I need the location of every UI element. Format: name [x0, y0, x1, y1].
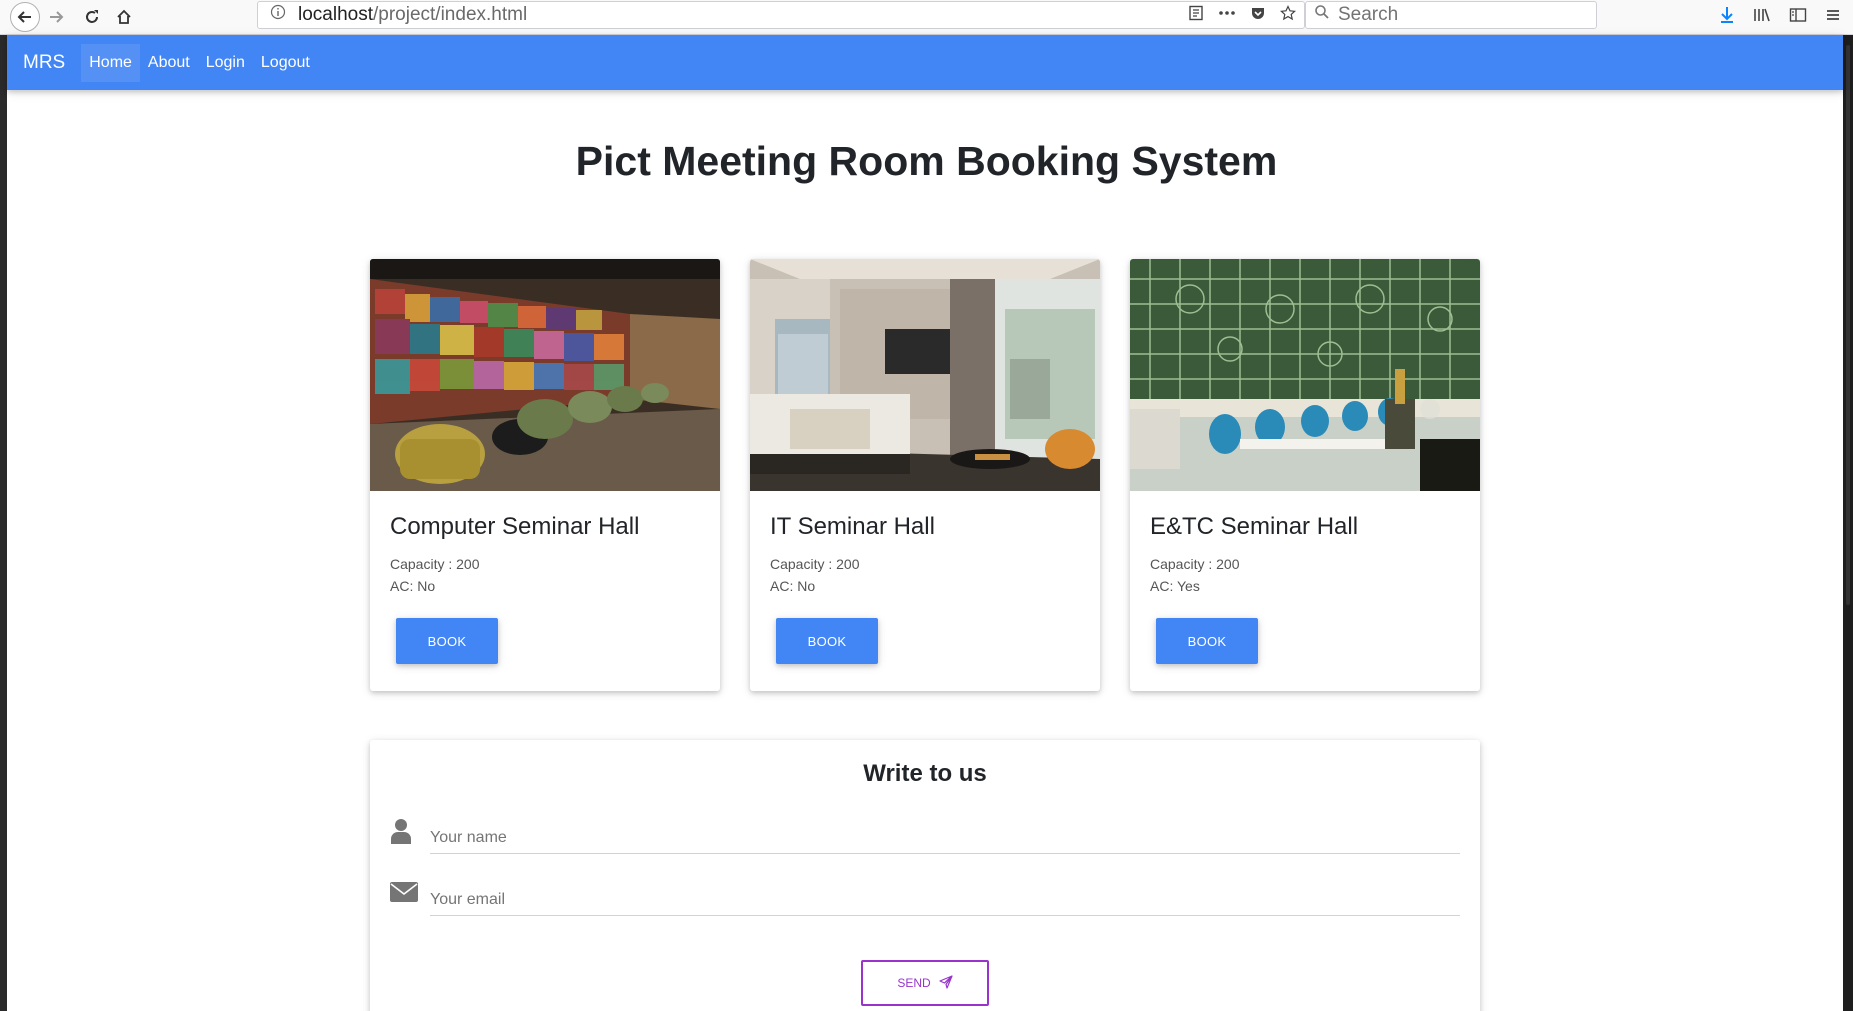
library-icon[interactable] — [1753, 7, 1771, 28]
reload-icon — [86, 10, 98, 23]
url-text: localhost/project/index.html — [298, 4, 527, 26]
url-host: localhost — [298, 4, 373, 25]
user-icon — [390, 818, 418, 846]
nav-link-login[interactable]: Login — [198, 44, 253, 82]
sidebar-icon[interactable] — [1789, 7, 1807, 28]
book-button[interactable]: BOOK — [1156, 618, 1258, 664]
name-field-group — [390, 818, 1460, 858]
browser-search-box[interactable]: Search — [1305, 1, 1597, 29]
home-icon — [117, 9, 131, 24]
room-image — [370, 259, 720, 491]
brand-logo[interactable]: MRS — [23, 52, 65, 74]
book-button[interactable]: BOOK — [776, 618, 878, 664]
download-icon[interactable] — [1719, 6, 1735, 29]
send-button[interactable]: SEND — [861, 960, 989, 1006]
room-capacity: Capacity : 200 — [1150, 556, 1240, 572]
search-placeholder: Search — [1338, 4, 1399, 25]
search-icon — [1314, 4, 1330, 26]
address-bar[interactable]: localhost/project/index.html — [257, 1, 1305, 29]
book-button[interactable]: BOOK — [396, 618, 498, 664]
name-input[interactable] — [430, 822, 1460, 854]
scrollbar-thumb[interactable] — [1846, 45, 1850, 605]
room-ac: AC: No — [770, 578, 816, 594]
paper-plane-icon — [939, 974, 953, 992]
room-cards: Computer Seminar Hall Capacity : 200 AC:… — [370, 259, 1480, 691]
room-card: E&TC Seminar Hall Capacity : 200 AC: Yes… — [1130, 259, 1480, 691]
room-capacity: Capacity : 200 — [770, 556, 860, 572]
room-card: Computer Seminar Hall Capacity : 200 AC:… — [370, 259, 720, 691]
reader-view-icon[interactable] — [1188, 5, 1204, 27]
room-capacity: Capacity : 200 — [390, 556, 480, 572]
room-name: Computer Seminar Hall — [390, 513, 640, 540]
send-label: SEND — [897, 976, 931, 990]
room-card: IT Seminar Hall Capacity : 200 AC: No BO… — [750, 259, 1100, 691]
arrow-left-icon — [17, 11, 31, 23]
room-image — [750, 259, 1100, 491]
contact-form: Write to us SEND — [370, 740, 1480, 1011]
room-name: IT Seminar Hall — [770, 513, 935, 540]
nav-link-home[interactable]: Home — [81, 43, 140, 82]
menu-icon[interactable] — [1825, 7, 1841, 28]
nav-link-logout[interactable]: Logout — [253, 44, 318, 82]
url-path: /project/index.html — [373, 4, 528, 25]
back-button[interactable] — [10, 2, 40, 32]
reload-button[interactable] — [78, 3, 106, 31]
envelope-icon — [390, 880, 418, 908]
home-button[interactable] — [110, 3, 138, 31]
room-ac: AC: Yes — [1150, 578, 1200, 594]
room-name: E&TC Seminar Hall — [1150, 513, 1359, 540]
nav-link-about[interactable]: About — [140, 44, 198, 82]
email-field-group — [390, 880, 1460, 920]
browser-toolbar: localhost/project/index.html Search — [0, 0, 1853, 35]
page-title: Pict Meeting Room Booking System — [575, 138, 1278, 184]
arrow-right-icon — [50, 11, 64, 23]
site-navbar: MRS Home About Login Logout — [7, 35, 1843, 90]
email-input[interactable] — [430, 884, 1460, 916]
contact-title: Write to us — [863, 760, 987, 787]
room-image — [1130, 259, 1480, 491]
info-icon — [270, 4, 286, 26]
page-actions-icon[interactable] — [1218, 5, 1236, 27]
pocket-icon[interactable] — [1250, 5, 1266, 27]
forward-button[interactable] — [42, 3, 70, 31]
room-ac: AC: No — [390, 578, 436, 594]
bookmark-star-icon[interactable] — [1280, 5, 1296, 27]
